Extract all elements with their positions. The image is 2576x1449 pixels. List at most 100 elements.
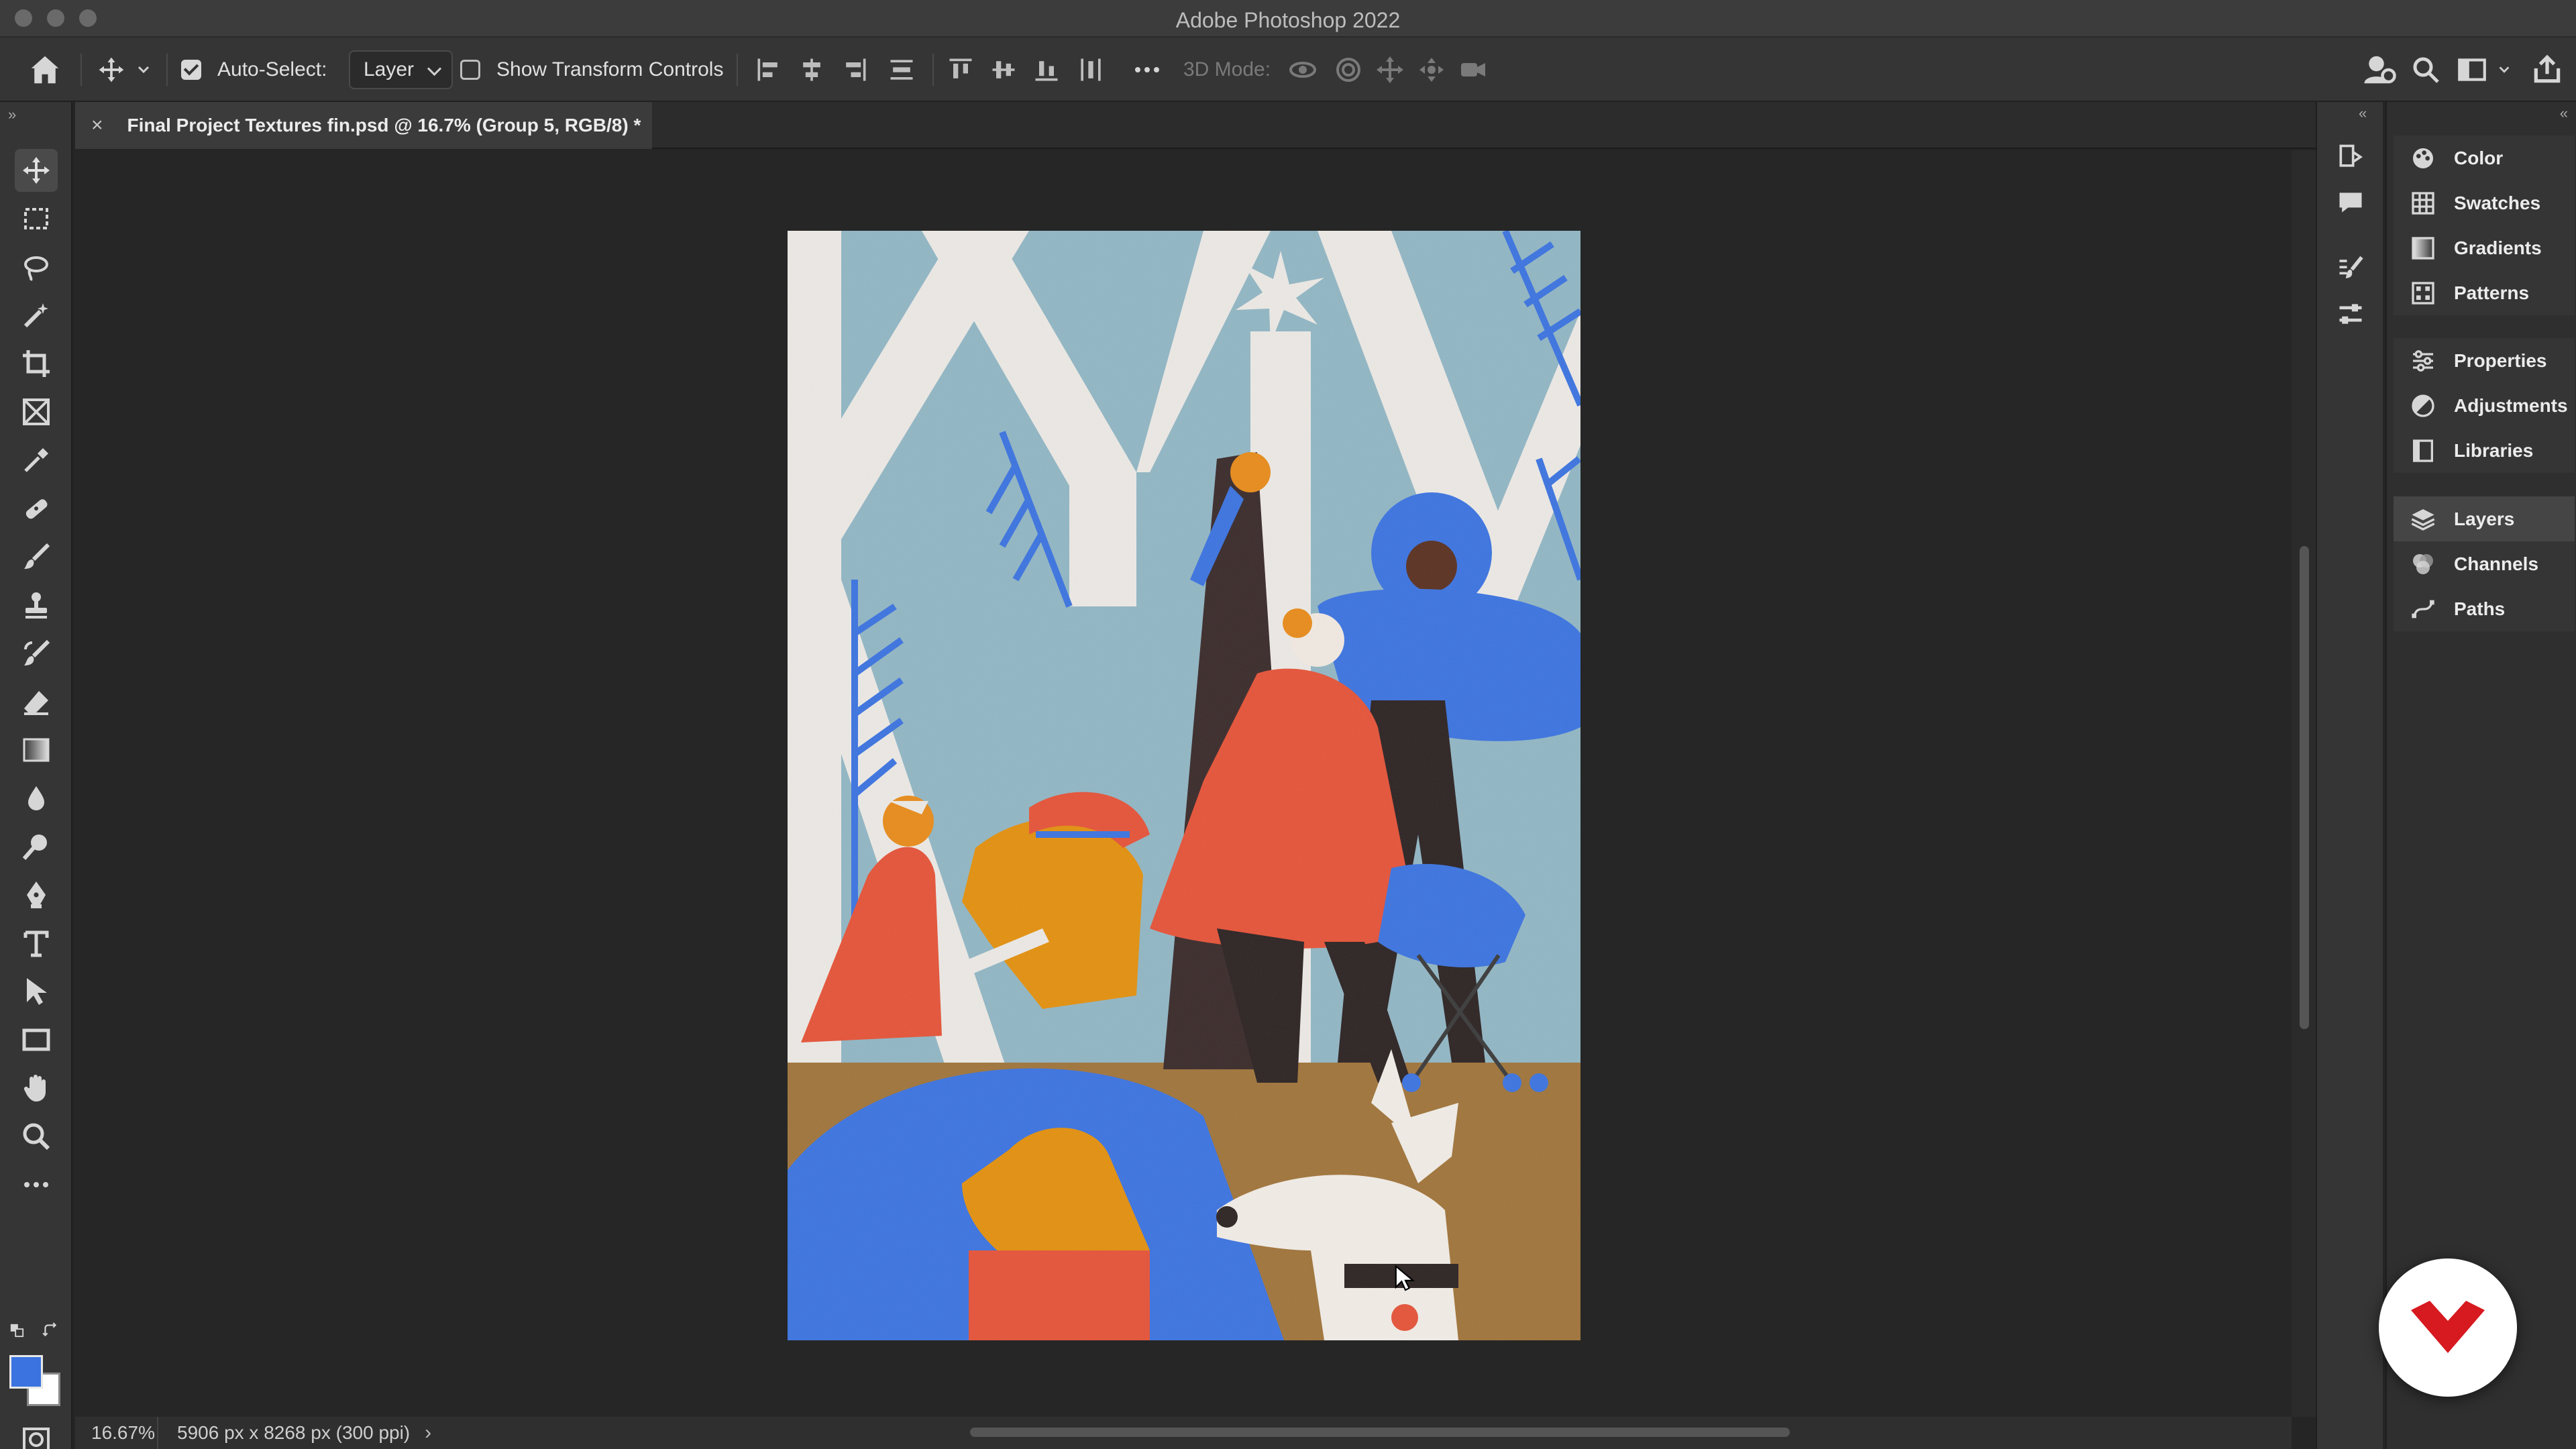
scale-3d-button[interactable]: [1457, 38, 1489, 102]
chevron-right-icon[interactable]: ›: [425, 1421, 431, 1444]
workspace-switcher[interactable]: [2455, 38, 2512, 102]
edit-toolbar[interactable]: [15, 1163, 58, 1206]
more-options-button[interactable]: [1131, 38, 1163, 102]
move-tool[interactable]: [15, 149, 58, 192]
distribute-vertically-button[interactable]: [887, 38, 916, 102]
comments-panel-button[interactable]: [2336, 188, 2365, 217]
arrow-pointer-icon: [27, 978, 47, 1005]
quick-mask-button[interactable]: [15, 1418, 58, 1449]
gradient-tool[interactable]: [15, 729, 58, 771]
zoom-level-field[interactable]: 16.67%: [75, 1417, 158, 1449]
healing-brush-tool[interactable]: [15, 487, 58, 530]
mouse-cursor-icon: [1395, 1265, 1415, 1291]
panel-tab-swatches[interactable]: Swatches: [2394, 180, 2575, 225]
distribute-horizontally-button[interactable]: [1076, 38, 1106, 102]
auto-select-dropdown[interactable]: Layer: [349, 38, 453, 102]
share-button[interactable]: [2530, 38, 2564, 102]
align-horizontal-centers-button[interactable]: [797, 38, 826, 102]
panel-tab-paths[interactable]: Paths: [2394, 586, 2575, 631]
libraries-icon: [2413, 439, 2433, 462]
vertical-scrollbar[interactable]: [2292, 150, 2316, 1417]
eyedropper-icon: [24, 448, 48, 472]
orbit-3d-button[interactable]: [1287, 38, 1319, 102]
auto-select-select[interactable]: Layer: [349, 50, 453, 89]
vertical-scrollbar-thumb[interactable]: [2300, 546, 2309, 1029]
clone-stamp-tool[interactable]: [15, 584, 58, 627]
panel-tab-libraries[interactable]: Libraries: [2394, 428, 2575, 473]
type-tool[interactable]: [15, 922, 58, 965]
crop-tool[interactable]: [15, 342, 58, 385]
document-tab-title: Final Project Textures fin.psd @ 16.7% (…: [127, 115, 641, 136]
panel-tab-color[interactable]: Color: [2394, 136, 2575, 180]
pan-3d-icon: [1377, 56, 1403, 83]
zoom-tool[interactable]: [15, 1115, 58, 1158]
align-right-icon: [846, 58, 866, 81]
collapse-toolbar-icon[interactable]: »: [8, 106, 16, 123]
eyedropper-tool[interactable]: [15, 439, 58, 482]
chevron-down-icon: [138, 66, 150, 74]
water-drop-icon: [28, 786, 44, 810]
lasso-tool[interactable]: [15, 246, 58, 288]
document-canvas[interactable]: [788, 231, 1580, 1340]
panel-tab-patterns[interactable]: Patterns: [2394, 270, 2575, 315]
distribute-icon: [890, 60, 913, 80]
align-left-edges-button[interactable]: [754, 38, 784, 102]
more-horizontal-icon: [24, 1182, 48, 1187]
panel-label-layers: Layers: [2454, 508, 2515, 529]
brush-icon: [24, 543, 50, 569]
slide-3d-icon: [1419, 58, 1444, 82]
document-tab[interactable]: × Final Project Textures fin.psd @ 16.7%…: [75, 102, 652, 149]
search-button[interactable]: [2410, 38, 2442, 102]
collapse-panels-icon[interactable]: «: [2560, 105, 2568, 122]
options-bar: Auto-Select: Layer Show Transform Contro…: [0, 38, 2576, 102]
share-feedback-button[interactable]: [2361, 38, 2398, 102]
align-bottom-icon: [1035, 61, 1058, 81]
eraser-tool[interactable]: [15, 680, 58, 723]
collapse-strip-icon[interactable]: «: [2359, 105, 2367, 122]
tool-presets-panel-button[interactable]: [2336, 299, 2365, 329]
panel-tab-channels[interactable]: Channels: [2394, 541, 2575, 586]
horizontal-scrollbar-thumb[interactable]: [970, 1428, 1790, 1437]
home-button[interactable]: [27, 38, 63, 102]
zoom-icon: [23, 1123, 50, 1150]
blur-tool[interactable]: [15, 777, 58, 820]
align-bottom-edges-button[interactable]: [1032, 38, 1061, 102]
magic-wand-tool[interactable]: [15, 294, 58, 337]
panel-tab-adjustments[interactable]: Adjustments: [2394, 383, 2575, 428]
panel-tab-properties[interactable]: Properties: [2394, 338, 2575, 383]
hand-tool[interactable]: [15, 1067, 58, 1110]
show-transform-check[interactable]: [460, 60, 480, 80]
path-selection-tool[interactable]: [15, 970, 58, 1013]
close-tab-icon[interactable]: ×: [91, 114, 103, 137]
history-panel-button[interactable]: [2336, 142, 2365, 172]
roll-3d-button[interactable]: [1332, 38, 1364, 102]
panel-label-paths: Paths: [2454, 598, 2506, 619]
dodge-tool[interactable]: [15, 825, 58, 868]
move-tool-preset-picker[interactable]: [97, 38, 152, 102]
artwork-illustration: [788, 231, 1580, 1340]
foreground-color-swatch[interactable]: [9, 1355, 43, 1389]
type-icon: [23, 930, 49, 957]
rectangle-tool[interactable]: [15, 1018, 58, 1061]
align-top-edges-button[interactable]: [946, 38, 975, 102]
history-brush-tool[interactable]: [15, 632, 58, 675]
brush-settings-panel-button[interactable]: [2336, 254, 2365, 283]
default-colors-icon[interactable]: [9, 1323, 24, 1338]
auto-select-checkbox[interactable]: Auto-Select:: [181, 38, 327, 102]
brush-tool[interactable]: [15, 535, 58, 578]
frame-tool[interactable]: [15, 390, 58, 433]
panel-tab-layers[interactable]: Layers: [2394, 496, 2575, 541]
crop-icon: [23, 350, 50, 377]
pen-tool[interactable]: [15, 873, 58, 916]
gradient-icon: [23, 738, 50, 762]
distribute-horizontal-icon: [1081, 58, 1101, 81]
pan-3d-button[interactable]: [1374, 38, 1406, 102]
slide-3d-button[interactable]: [1415, 38, 1448, 102]
align-right-edges-button[interactable]: [840, 38, 869, 102]
marquee-tool[interactable]: [15, 197, 58, 240]
auto-select-check[interactable]: [181, 60, 201, 80]
swap-colors-icon[interactable]: [42, 1322, 59, 1339]
align-vertical-centers-button[interactable]: [989, 38, 1018, 102]
show-transform-controls[interactable]: Show Transform Controls: [460, 38, 723, 102]
panel-tab-gradients[interactable]: Gradients: [2394, 225, 2575, 270]
